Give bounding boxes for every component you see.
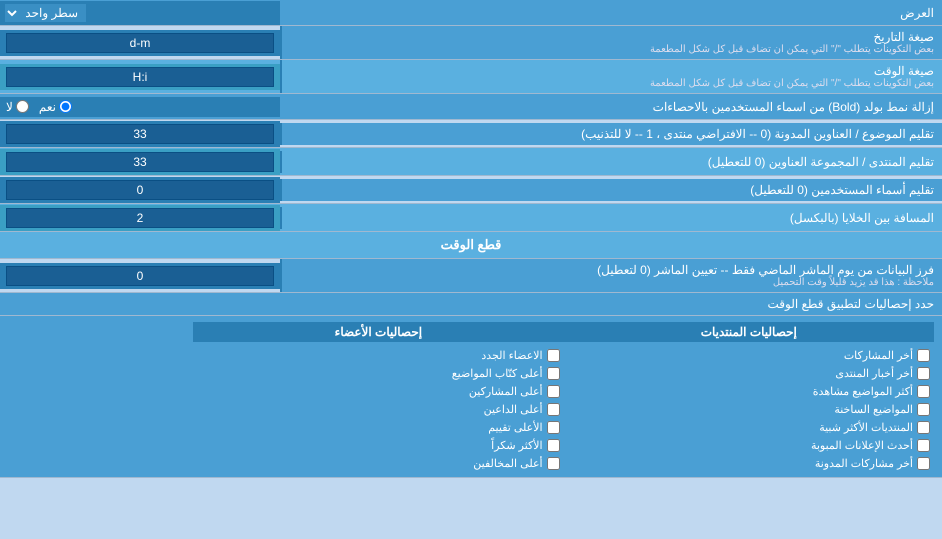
topic-address-row: تقليم الموضوع / العناوين المدونة (0 -- ا… — [0, 120, 942, 148]
checkbox-top-rated[interactable] — [547, 421, 560, 434]
display-mode-label: العرض — [280, 2, 942, 24]
topic-address-input[interactable] — [6, 124, 274, 144]
checkbox-item-members-2: أعلى كتّاب المواضيع — [193, 366, 563, 381]
checkbox-item-members-1: الاعضاء الجدد — [193, 348, 563, 363]
checkbox-new-members[interactable] — [547, 349, 560, 362]
bold-remove-yes-label: نعم — [39, 100, 72, 114]
checkbox-item-members-5: الأعلى تقييم — [193, 420, 563, 435]
checkbox-item-posts-4: المواضيع الساخنة — [564, 402, 934, 417]
bold-remove-row: إزالة نمط بولد (Bold) من اسماء المستخدمي… — [0, 94, 942, 120]
checkboxes-section: إحصاليات المنتديات أخر المشاركات أخر أخب… — [0, 316, 942, 478]
members-column: إحصاليات الأعضاء الاعضاء الجدد أعلى كتّا… — [193, 322, 563, 471]
space-between-row: المسافة بين الخلايا (بالبكسل) — [0, 204, 942, 232]
date-format-input[interactable] — [6, 33, 274, 53]
bold-remove-radio-group: نعم لا — [0, 97, 280, 117]
filter-row: فرز البيانات من يوم الماشر الماضي فقط --… — [0, 259, 942, 293]
checkbox-last-posts[interactable] — [917, 349, 930, 362]
checkboxes-container: إحصاليات المنتديات أخر المشاركات أخر أخب… — [8, 322, 934, 471]
date-format-row: صيغة التاريخ بعض التكوينات يتطلب "/" الت… — [0, 26, 942, 60]
checkbox-most-viewed[interactable] — [917, 385, 930, 398]
bold-remove-no-radio[interactable] — [16, 100, 29, 113]
checkbox-top-participants[interactable] — [547, 385, 560, 398]
checkbox-top-inviters[interactable] — [547, 403, 560, 416]
apply-label-row: حدد إحصاليات لتطبيق قطع الوقت — [0, 293, 942, 316]
checkbox-top-violators[interactable] — [547, 457, 560, 470]
posts-column: إحصاليات المنتديات أخر المشاركات أخر أخب… — [564, 322, 934, 471]
checkbox-item-members-4: أعلى الداعين — [193, 402, 563, 417]
realtime-section-header: قطع الوقت — [0, 232, 942, 259]
date-format-label: صيغة التاريخ بعض التكوينات يتطلب "/" الت… — [280, 26, 942, 59]
bold-remove-yes-radio[interactable] — [59, 100, 72, 113]
checkbox-item-posts-6: أحدث الإعلانات المبوبة — [564, 438, 934, 453]
time-format-input-wrapper — [0, 64, 280, 90]
bold-remove-no-label: لا — [6, 100, 29, 114]
checkbox-item-posts-3: أكثر المواضيع مشاهدة — [564, 384, 934, 399]
main-container: العرض سطر واحد عدة أسطر صيغة التاريخ بعض… — [0, 0, 942, 478]
topic-address-label: تقليم الموضوع / العناوين المدونة (0 -- ا… — [280, 123, 942, 145]
user-names-input[interactable] — [6, 180, 274, 200]
filter-label: فرز البيانات من يوم الماشر الماضي فقط --… — [280, 259, 942, 292]
time-format-row: صيغة الوقت بعض التكوينات يتطلب "/" التي … — [0, 60, 942, 94]
time-format-label: صيغة الوقت بعض التكوينات يتطلب "/" التي … — [280, 60, 942, 93]
checkbox-latest-ads[interactable] — [917, 439, 930, 452]
checkbox-most-similar[interactable] — [917, 421, 930, 434]
posts-column-header: إحصاليات المنتديات — [564, 322, 934, 342]
forum-address-input-wrapper — [0, 149, 280, 175]
checkbox-item-posts-2: أخر أخبار المنتدى — [564, 366, 934, 381]
display-mode-select-wrapper: سطر واحد عدة أسطر — [0, 1, 280, 25]
filter-input[interactable] — [6, 266, 274, 286]
checkbox-item-members-6: الأكثر شكراً — [193, 438, 563, 453]
forum-address-row: تقليم المنتدى / المجموعة العناوين (0 للت… — [0, 148, 942, 176]
checkbox-item-posts-5: المنتديات الأكثر شبية — [564, 420, 934, 435]
space-between-label: المسافة بين الخلايا (بالبكسل) — [280, 207, 942, 229]
user-names-row: تقليم أسماء المستخدمين (0 للتعطيل) — [0, 176, 942, 204]
checkbox-item-posts-7: أخر مشاركات المدونة — [564, 456, 934, 471]
checkbox-last-news[interactable] — [917, 367, 930, 380]
topic-address-input-wrapper — [0, 121, 280, 147]
display-mode-select[interactable]: سطر واحد عدة أسطر — [4, 3, 87, 23]
checkbox-item-members-7: أعلى المخالفين — [193, 456, 563, 471]
checkbox-item-members-3: أعلى المشاركين — [193, 384, 563, 399]
space-between-input-wrapper — [0, 205, 280, 231]
filter-input-wrapper — [0, 263, 280, 289]
checkbox-top-topic-writers[interactable] — [547, 367, 560, 380]
forum-address-input[interactable] — [6, 152, 274, 172]
user-names-input-wrapper — [0, 177, 280, 203]
user-names-label: تقليم أسماء المستخدمين (0 للتعطيل) — [280, 179, 942, 201]
checkbox-hot-topics[interactable] — [917, 403, 930, 416]
bold-remove-label: إزالة نمط بولد (Bold) من اسماء المستخدمي… — [280, 96, 942, 118]
members-column-header: إحصاليات الأعضاء — [193, 322, 563, 342]
checkbox-item-posts-1: أخر المشاركات — [564, 348, 934, 363]
checkbox-last-blog-posts[interactable] — [917, 457, 930, 470]
checkbox-most-thanked[interactable] — [547, 439, 560, 452]
space-between-input[interactable] — [6, 208, 274, 228]
display-mode-row: العرض سطر واحد عدة أسطر — [0, 0, 942, 26]
date-format-input-wrapper — [0, 30, 280, 56]
time-format-input[interactable] — [6, 67, 274, 87]
empty-column — [8, 322, 193, 471]
forum-address-label: تقليم المنتدى / المجموعة العناوين (0 للت… — [280, 151, 942, 173]
